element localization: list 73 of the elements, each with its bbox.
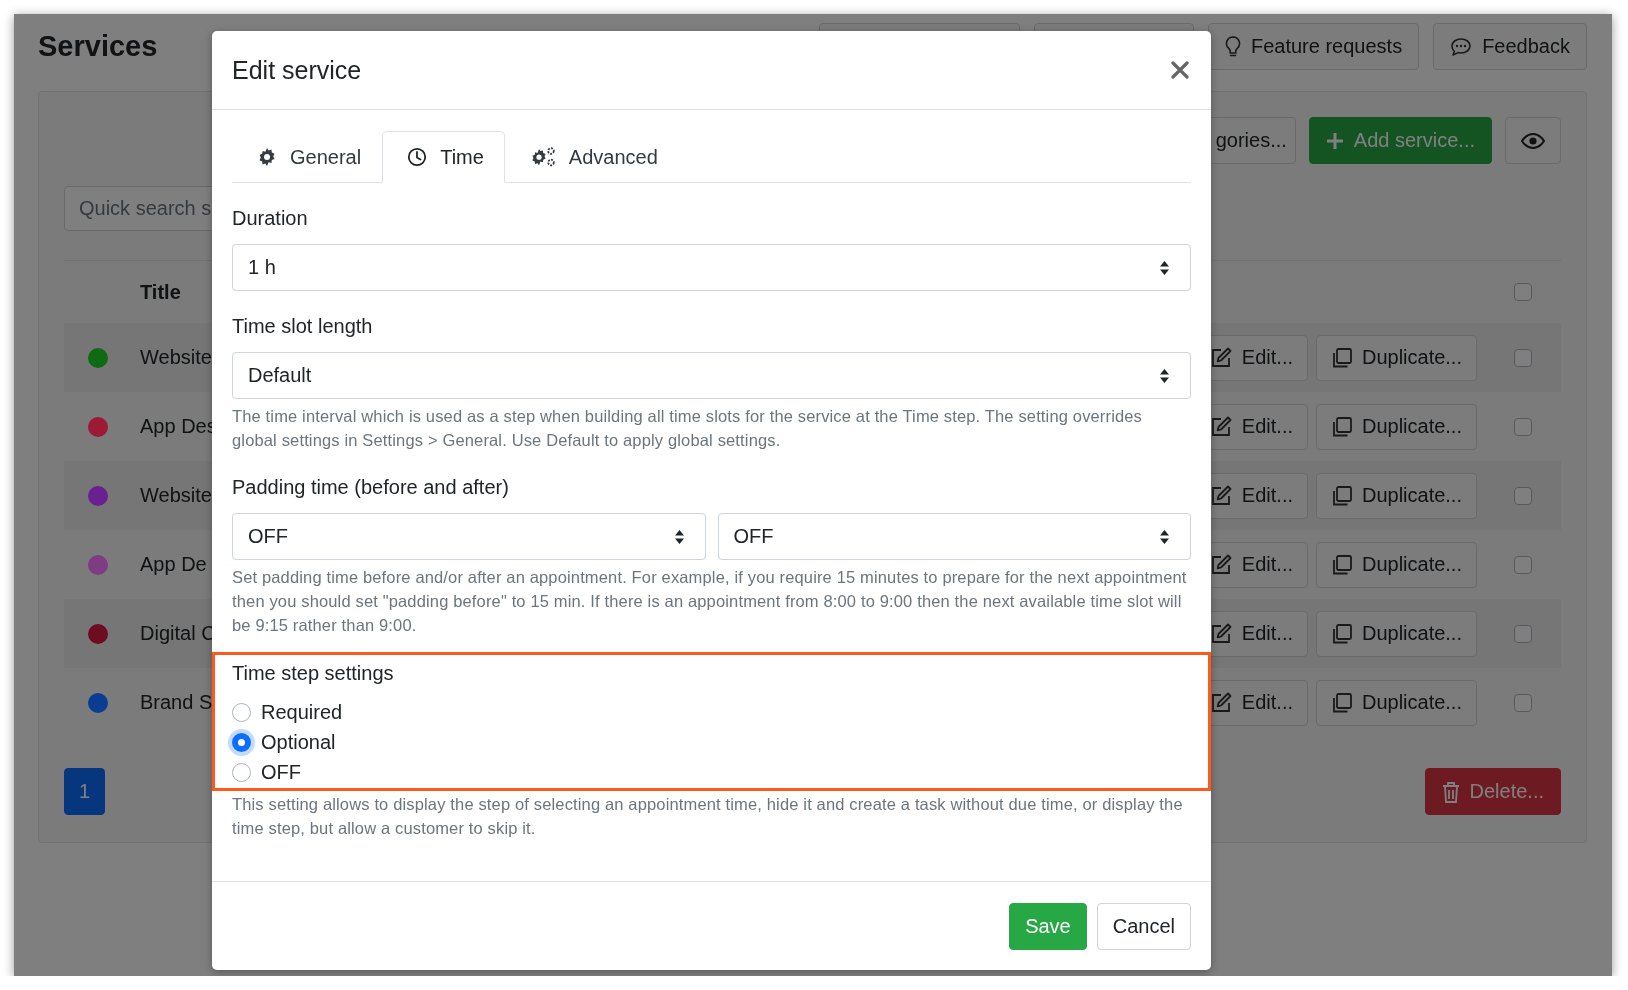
duplicate-button[interactable]: Duplicate... — [1316, 403, 1477, 450]
pencil-square-icon — [1209, 622, 1232, 645]
help-text: This setting allows to display the step of selecting an appointment time, hide it and create a task without due time, or display the time step, but allow a customer to skip it. — [232, 794, 1184, 839]
pencil-square-icon — [1209, 346, 1232, 369]
close-icon — [1171, 61, 1189, 79]
radio-label[interactable]: Required — [261, 700, 343, 724]
copy-icon — [1331, 347, 1352, 368]
checkbox[interactable] — [1514, 417, 1532, 436]
cancel-button[interactable]: Cancel — [1096, 902, 1191, 950]
radio-button[interactable] — [232, 762, 251, 782]
trash-icon — [1441, 780, 1460, 803]
field-label: Duration — [232, 206, 309, 230]
copy-icon — [1331, 416, 1352, 437]
duplicate-button[interactable]: Duplicate... — [1316, 679, 1477, 726]
copy-icon — [1331, 692, 1352, 713]
pencil-square-icon — [1209, 691, 1232, 714]
header-button[interactable]: Feature requests — [1207, 23, 1420, 70]
field-label: Padding time (before and after) — [232, 475, 510, 499]
copy-icon — [1331, 485, 1352, 506]
page-title: Services — [38, 30, 158, 63]
table-cell: App De — [140, 553, 207, 576]
select-field[interactable]: OFF — [232, 513, 706, 560]
select-field[interactable]: OFF — [717, 513, 1191, 560]
duplicate-button[interactable]: Duplicate... — [1316, 541, 1477, 588]
pencil-square-icon — [1209, 415, 1232, 438]
modal-title: Edit service — [232, 55, 362, 85]
radio-label[interactable]: Optional — [261, 730, 336, 754]
checkbox[interactable] — [1514, 693, 1532, 712]
checkbox[interactable] — [1514, 486, 1532, 505]
lightbulb-icon — [1224, 35, 1241, 58]
page-button[interactable]: 1 — [64, 768, 105, 815]
radio-button[interactable] — [232, 702, 251, 722]
tab[interactable]: General — [232, 131, 383, 183]
table-cell: Website — [140, 484, 212, 507]
radio-button[interactable] — [232, 732, 251, 752]
updown-caret-icon — [1159, 259, 1170, 276]
checkbox[interactable] — [1514, 283, 1532, 301]
header-button[interactable]: Feedback — [1433, 23, 1587, 70]
plus-icon — [1325, 131, 1344, 150]
updown-caret-icon — [673, 528, 685, 545]
table-cell: Website — [140, 346, 212, 369]
duplicate-button[interactable]: Duplicate... — [1316, 610, 1477, 657]
field-label: Time slot length — [232, 314, 374, 338]
select-field[interactable]: Default — [232, 352, 1191, 399]
checkbox[interactable] — [1514, 624, 1532, 643]
table-cell: Brand S — [140, 691, 213, 714]
updown-caret-icon — [1159, 367, 1170, 384]
eye-icon — [1521, 132, 1545, 149]
close-button[interactable] — [1171, 61, 1189, 79]
save-button[interactable]: Save — [1009, 902, 1087, 950]
column-header: Title — [140, 280, 181, 304]
delete-button[interactable]: Delete... — [1424, 768, 1561, 815]
select-field[interactable]: 1 h — [232, 244, 1191, 291]
field-label: Time step settings — [232, 661, 395, 685]
duplicate-button[interactable]: Duplicate... — [1316, 334, 1477, 381]
tab[interactable]: Time — [382, 131, 505, 183]
help-text: Set padding time before and/or after an appointment. For example, if you require 15 minutes to prepare for the next appointment then you should set "padding before" to 15 min. If there is an appointment from 8:00 to 9:00 then the next available time slot will be 9:15 rather than 9:00. — [232, 567, 1188, 636]
updown-caret-icon — [1159, 528, 1170, 545]
gear-icon — [257, 147, 277, 167]
pencil-square-icon — [1209, 484, 1232, 507]
checkbox[interactable] — [1514, 348, 1532, 367]
clock-icon — [407, 147, 428, 167]
visibility-button[interactable] — [1505, 117, 1561, 164]
checkbox[interactable] — [1514, 555, 1532, 574]
chat-bubble-icon — [1450, 36, 1473, 57]
pencil-square-icon — [1209, 553, 1232, 576]
copy-icon — [1331, 623, 1352, 644]
copy-icon — [1331, 554, 1352, 575]
tab[interactable]: Advanced — [504, 131, 679, 183]
add-button[interactable]: Add service... — [1308, 117, 1492, 164]
duplicate-button[interactable]: Duplicate... — [1316, 472, 1477, 519]
help-text: The time interval which is used as a step when building all time slots for the service at the Time step. The setting overrides global settings in Settings > General. Use Default to apply global settings. — [232, 406, 1144, 451]
radio-label[interactable]: OFF — [261, 760, 301, 784]
